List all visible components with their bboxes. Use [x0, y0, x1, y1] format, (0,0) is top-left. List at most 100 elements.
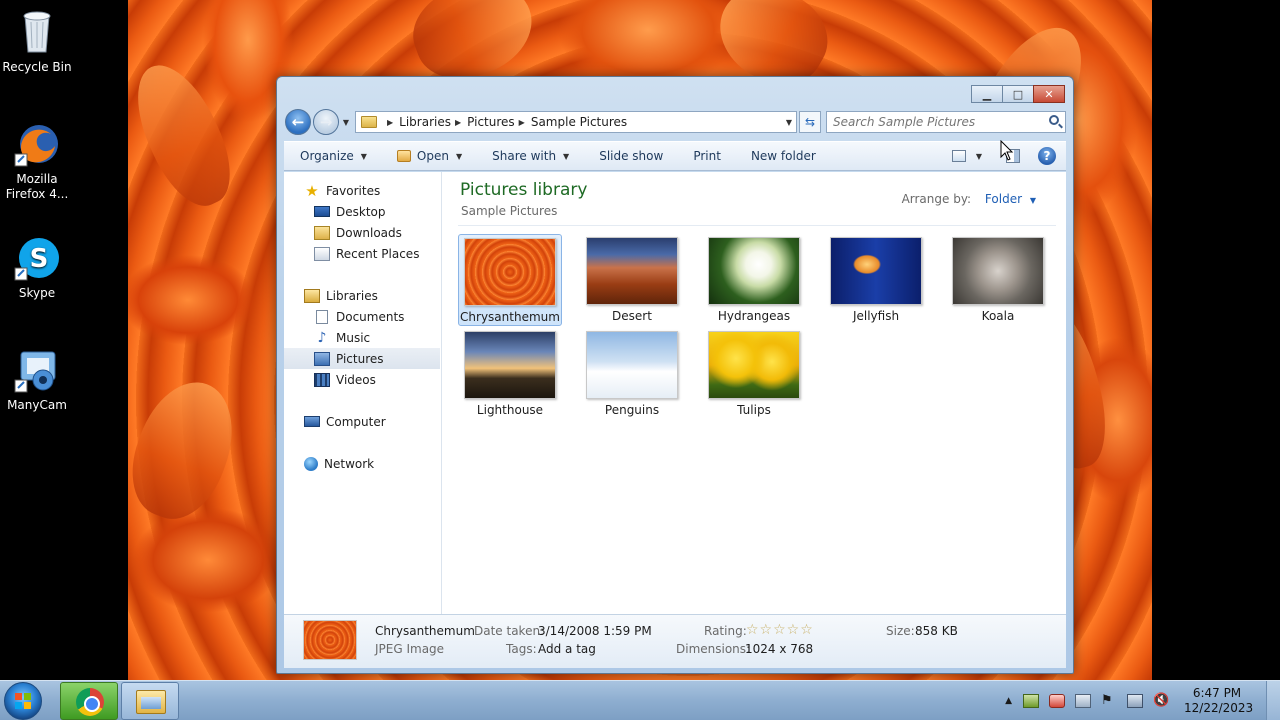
- file-item-jellyfish[interactable]: Jellyfish: [824, 234, 928, 326]
- tags-value[interactable]: Add a tag: [538, 642, 596, 656]
- nav-label: Desktop: [336, 204, 386, 219]
- taskbar-app-chrome[interactable]: [60, 682, 118, 720]
- network-status-icon[interactable]: [1127, 694, 1143, 708]
- desktop-icon-firefox[interactable]: Mozilla Firefox 4...: [0, 120, 74, 202]
- tray-manycam-icon[interactable]: [1049, 694, 1065, 708]
- chevron-right-icon[interactable]: ▶: [387, 118, 393, 127]
- nav-label: Recent Places: [336, 246, 420, 261]
- window-content: ★ Favorites Desktop Downloads Recent Plac…: [284, 172, 1066, 614]
- search-box[interactable]: [826, 111, 1066, 133]
- arrange-by-dropdown[interactable]: Folder: [985, 192, 1022, 206]
- firefox-icon: [13, 120, 61, 168]
- svg-text:S: S: [30, 244, 49, 274]
- new-folder-button[interactable]: New folder: [735, 142, 830, 170]
- size-label: Size:: [886, 624, 915, 638]
- nav-label: Music: [336, 330, 371, 345]
- thumbnail-image: [464, 331, 556, 399]
- volume-muted-icon[interactable]: 🔇: [1153, 694, 1169, 708]
- tray-app-icon[interactable]: [1023, 694, 1039, 708]
- date-taken-value[interactable]: 3/14/2008 1:59 PM: [538, 624, 652, 638]
- arrange-by-label: Arrange by:: [901, 192, 972, 206]
- show-hidden-icons-button[interactable]: ▲: [1005, 696, 1012, 706]
- slide-show-button[interactable]: Slide show: [583, 142, 677, 170]
- taskbar-app-explorer[interactable]: [121, 682, 179, 720]
- desktop-icon-recycle-bin[interactable]: Recycle Bin: [0, 8, 74, 75]
- forward-button[interactable]: →: [313, 109, 339, 135]
- nav-desktop[interactable]: Desktop: [284, 201, 440, 222]
- action-center-flag-icon[interactable]: ⚑: [1101, 694, 1117, 708]
- chevron-right-icon[interactable]: ▶: [455, 118, 461, 127]
- change-view-icon[interactable]: [951, 150, 966, 162]
- library-title: Pictures library: [460, 180, 588, 200]
- back-button[interactable]: ←: [285, 109, 311, 135]
- file-item-penguins[interactable]: Penguins: [580, 328, 684, 420]
- close-button[interactable]: ✕: [1033, 85, 1065, 103]
- desktop-icon-skype[interactable]: S Skype: [0, 234, 74, 301]
- open-icon: [396, 150, 411, 162]
- clock-time: 6:47 PM: [1192, 686, 1242, 700]
- show-desktop-button[interactable]: [1266, 681, 1280, 720]
- nav-music[interactable]: ♪ Music: [284, 327, 440, 348]
- nav-libraries[interactable]: Libraries: [284, 285, 440, 306]
- slide-show-label: Slide show: [599, 149, 664, 163]
- minimize-icon: ▁: [982, 87, 992, 101]
- nav-videos[interactable]: Videos: [284, 369, 440, 390]
- nav-recent-places[interactable]: Recent Places: [284, 243, 440, 264]
- organize-menu[interactable]: Organize ▼: [284, 142, 381, 170]
- address-dropdown-icon[interactable]: ▼: [786, 118, 792, 127]
- print-button[interactable]: Print: [677, 142, 735, 170]
- nav-downloads[interactable]: Downloads: [284, 222, 440, 243]
- thumbnail-image: [708, 237, 800, 305]
- start-button[interactable]: [4, 682, 42, 720]
- window-caption-buttons: ▁ □ ✕: [971, 85, 1065, 103]
- details-file-name: Chrysanthemum: [375, 624, 475, 638]
- minimize-button[interactable]: ▁: [971, 85, 1003, 103]
- videos-icon: [314, 372, 330, 387]
- desktop-icon-manycam[interactable]: ManyCam: [0, 346, 74, 413]
- details-file-type: JPEG Image: [375, 642, 445, 656]
- manycam-icon: [13, 346, 61, 394]
- help-icon[interactable]: ?: [1038, 147, 1056, 165]
- breadcrumb-libraries[interactable]: Libraries: [399, 115, 451, 129]
- nav-favorites[interactable]: ★ Favorites: [284, 180, 440, 201]
- open-menu[interactable]: Open ▼: [381, 142, 476, 170]
- nav-documents[interactable]: Documents: [284, 306, 440, 327]
- search-icon[interactable]: [1049, 115, 1059, 125]
- breadcrumb-pictures[interactable]: Pictures: [467, 115, 515, 129]
- breadcrumb-sample-pictures[interactable]: Sample Pictures: [531, 115, 627, 129]
- thumbnail-image: [464, 238, 556, 306]
- navigation-pane: ★ Favorites Desktop Downloads Recent Plac…: [284, 172, 442, 614]
- desktop-icon-label: ManyCam: [7, 398, 67, 412]
- share-with-menu[interactable]: Share with ▼: [476, 142, 583, 170]
- file-item-desert[interactable]: Desert: [580, 234, 684, 326]
- search-input[interactable]: [833, 115, 1047, 129]
- nav-label: Documents: [336, 309, 405, 324]
- file-name: Chrysanthemum: [460, 310, 560, 324]
- arrange-by: Arrange by: Folder ▼: [902, 192, 1036, 206]
- nav-computer[interactable]: Computer: [284, 411, 440, 432]
- recent-pages-dropdown[interactable]: ▼: [340, 118, 352, 127]
- desktop-icon-label: Mozilla Firefox 4...: [5, 172, 69, 201]
- thumbnail-image: [586, 237, 678, 305]
- nav-pictures[interactable]: Pictures: [284, 348, 440, 369]
- tray-webcam-icon[interactable]: [1075, 694, 1091, 708]
- library-subtitle: Sample Pictures: [461, 204, 558, 218]
- file-item-tulips[interactable]: Tulips: [702, 328, 806, 420]
- view-options-dropdown[interactable]: ▼: [976, 142, 982, 170]
- refresh-button[interactable]: ⇆: [799, 111, 821, 133]
- chevron-down-icon[interactable]: ▼: [1030, 196, 1036, 205]
- network-icon: [304, 456, 318, 471]
- file-item-lighthouse[interactable]: Lighthouse: [458, 328, 562, 420]
- arrow-left-icon: ←: [291, 113, 305, 131]
- rating-stars[interactable]: ☆☆☆☆☆: [746, 622, 814, 638]
- chevron-down-icon: ▼: [455, 151, 463, 161]
- address-bar[interactable]: ▶ Libraries ▶ Pictures ▶ Sample Pictures…: [355, 111, 797, 133]
- maximize-button[interactable]: □: [1002, 85, 1034, 103]
- nav-network[interactable]: Network: [284, 453, 440, 474]
- file-item-chrysanthemum[interactable]: Chrysanthemum: [458, 234, 562, 326]
- downloads-folder-icon: [314, 225, 330, 240]
- system-clock[interactable]: 6:47 PM 12/22/2023: [1184, 686, 1253, 716]
- file-item-koala[interactable]: Koala: [946, 234, 1050, 326]
- chevron-right-icon[interactable]: ▶: [519, 118, 525, 127]
- file-item-hydrangeas[interactable]: Hydrangeas: [702, 234, 806, 326]
